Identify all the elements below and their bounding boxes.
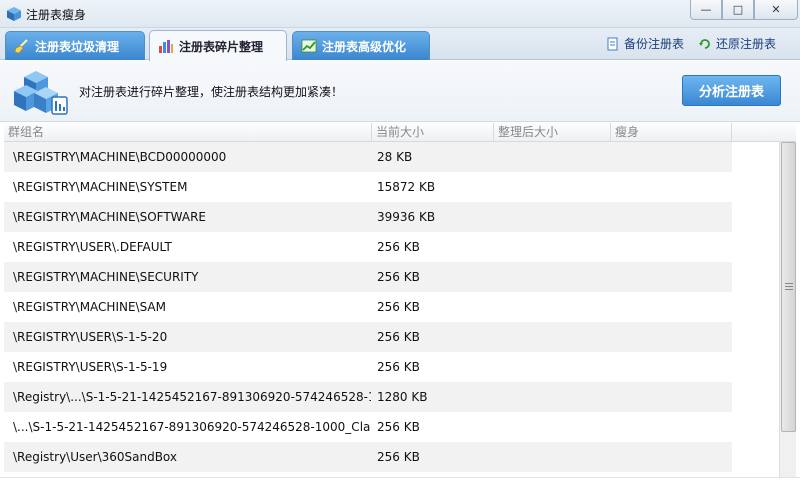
column-header-current-size[interactable]: 当前大小 [372, 123, 494, 142]
tab-strip: 注册表垃圾清理 注册表碎片整理 注册表高级优化 备份注册表 还原注册表 [0, 28, 800, 61]
row-group-name: \REGISTRY\MACHINE\SECURITY [13, 270, 199, 284]
row-group-name: \REGISTRY\USER\S-1-5-20 [13, 330, 168, 344]
maximize-button[interactable]: □ [722, 0, 754, 20]
registry-blocks-icon [14, 71, 68, 115]
window-title: 注册表瘦身 [26, 8, 87, 22]
tab-advanced-optimize[interactable]: 注册表高级优化 [292, 31, 430, 60]
broom-icon [14, 39, 28, 54]
row-group-name: \REGISTRY\USER\.DEFAULT [13, 240, 172, 254]
tab-advanced-optimize-label: 注册表高级优化 [322, 39, 407, 54]
scrollbar-grip-icon [785, 283, 793, 290]
row-group-name: \...\S-1-5-21-1425452167-891306920-57424… [13, 420, 371, 434]
table-row[interactable]: \REGISTRY\USER\S-1-5-19 256 KB [4, 352, 732, 382]
title-bar: 注册表瘦身 — □ ✕ [0, 0, 800, 28]
row-current-size: 1280 KB [377, 390, 428, 404]
row-current-size: 256 KB [377, 360, 420, 374]
row-group-name: \REGISTRY\MACHINE\SOFTWARE [13, 210, 207, 224]
minimize-icon: — [700, 3, 712, 16]
table-row[interactable]: \REGISTRY\USER\.DEFAULT 256 KB [4, 232, 732, 262]
row-current-size: 256 KB [377, 450, 420, 464]
table-row[interactable]: \Registry\...\S-1-5-21-1425452167-891306… [4, 382, 732, 412]
row-group-name: \Registry\User\360SandBox [13, 450, 178, 464]
table-row[interactable]: \...\S-1-5-21-1425452167-891306920-57424… [4, 412, 732, 442]
row-current-size: 39936 KB [377, 210, 436, 224]
table-row[interactable]: \REGISTRY\MACHINE\SECURITY 256 KB [4, 262, 732, 292]
fragments-icon [159, 40, 173, 53]
chart-up-icon [301, 39, 317, 53]
table-row[interactable]: \REGISTRY\MACHINE\SOFTWARE 39936 KB [4, 202, 732, 232]
table-row[interactable]: \REGISTRY\USER\S-1-5-20 256 KB [4, 322, 732, 352]
table-row[interactable]: \REGISTRY\MACHINE\BCD00000000 28 KB [4, 142, 732, 172]
row-current-size: 256 KB [377, 270, 420, 284]
column-header-slim[interactable]: 瘦身 [611, 123, 732, 142]
row-current-size: 256 KB [377, 330, 420, 344]
restore-registry-link[interactable]: 还原注册表 [698, 35, 776, 52]
backup-registry-link[interactable]: 备份注册表 [606, 35, 684, 52]
maximize-icon: □ [732, 3, 744, 16]
registry-cube-icon [7, 7, 21, 21]
close-icon: ✕ [771, 3, 781, 16]
info-description: 对注册表进行碎片整理，使注册表结构更加紧凑！ [79, 85, 344, 99]
backup-icon [607, 37, 618, 50]
row-group-name: \REGISTRY\MACHINE\SAM [13, 300, 166, 314]
tab-junk-clean[interactable]: 注册表垃圾清理 [5, 31, 145, 60]
scrollbar-thumb[interactable] [781, 142, 796, 432]
row-group-name: \REGISTRY\MACHINE\SYSTEM [13, 180, 188, 194]
row-current-size: 256 KB [377, 240, 420, 254]
info-panel: 对注册表进行碎片整理，使注册表结构更加紧凑！ 分析注册表 [0, 61, 800, 122]
row-current-size: 28 KB [377, 150, 413, 164]
table-row[interactable]: \REGISTRY\MACHINE\SYSTEM 15872 KB [4, 172, 732, 202]
table-header: 群组名 当前大小 整理后大小 瘦身 [4, 123, 796, 142]
table-body: \REGISTRY\MACHINE\BCD00000000 28 KB \REG… [4, 142, 780, 477]
restore-icon [699, 38, 710, 49]
row-current-size: 15872 KB [377, 180, 436, 194]
analyze-registry-button[interactable]: 分析注册表 [682, 75, 781, 106]
row-current-size: 256 KB [377, 300, 420, 314]
tab-defrag[interactable]: 注册表碎片整理 [149, 30, 287, 61]
restore-registry-label: 还原注册表 [716, 37, 777, 51]
tab-defrag-label: 注册表碎片整理 [179, 39, 264, 54]
column-header-group-name[interactable]: 群组名 [4, 123, 372, 142]
row-current-size: 256 KB [377, 420, 420, 434]
bottom-area [0, 477, 800, 500]
column-header-size-after[interactable]: 整理后大小 [494, 123, 611, 142]
minimize-button[interactable]: — [690, 0, 722, 20]
row-group-name: \Registry\...\S-1-5-21-1425452167-891306… [13, 390, 371, 404]
vertical-scrollbar[interactable] [779, 142, 796, 477]
table-row[interactable]: \Registry\User\360SandBox 256 KB [4, 442, 732, 472]
backup-registry-label: 备份注册表 [624, 37, 685, 51]
row-group-name: \REGISTRY\USER\S-1-5-19 [13, 360, 168, 374]
close-button[interactable]: ✕ [754, 0, 798, 20]
table-row[interactable]: \REGISTRY\MACHINE\SAM 256 KB [4, 292, 732, 322]
tab-junk-clean-label: 注册表垃圾清理 [35, 39, 120, 54]
row-group-name: \REGISTRY\MACHINE\BCD00000000 [13, 150, 227, 164]
